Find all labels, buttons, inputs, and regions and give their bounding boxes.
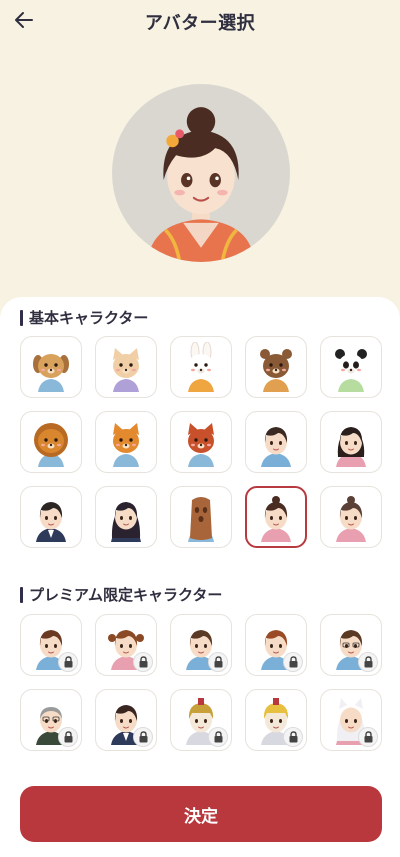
selected-avatar-preview xyxy=(112,84,290,262)
lock-badge xyxy=(358,652,378,672)
header: アバター選択 xyxy=(0,0,400,44)
avatar-option-kimono-girl[interactable] xyxy=(245,486,307,548)
lock-badge xyxy=(58,727,78,747)
lock-badge xyxy=(283,652,303,672)
lock-icon xyxy=(289,731,297,743)
avatar-option-woman-bob[interactable] xyxy=(95,689,157,751)
avatar-option-boy[interactable] xyxy=(245,411,307,473)
rabbit-avatar xyxy=(188,342,214,392)
lock-icon xyxy=(139,656,147,668)
avatar-option-tiger[interactable] xyxy=(95,411,157,473)
elder-woman-avatar xyxy=(336,496,366,542)
page-title: アバター選択 xyxy=(144,13,256,34)
lock-icon xyxy=(289,656,297,668)
panda-avatar xyxy=(335,349,367,392)
lock-badge xyxy=(208,652,228,672)
avatar-option-boy-bandage[interactable] xyxy=(245,614,307,676)
section-accent-bar xyxy=(20,309,23,326)
avatar-option-girl[interactable] xyxy=(320,411,382,473)
lock-icon xyxy=(64,731,72,743)
avatar-option-fox-girl[interactable] xyxy=(320,689,382,751)
man-suit-avatar xyxy=(36,502,66,542)
kimono-girl-avatar xyxy=(261,496,291,542)
bear-avatar xyxy=(260,349,292,392)
lock-icon xyxy=(364,731,372,743)
premium-section-heading: プレミアム限定キャラクター xyxy=(20,584,222,605)
lock-icon xyxy=(139,731,147,743)
lock-icon xyxy=(64,656,72,668)
avatar-option-man-glasses[interactable] xyxy=(320,614,382,676)
basic-character-grid xyxy=(20,336,384,548)
lion-avatar xyxy=(34,423,68,467)
haniwa-avatar xyxy=(188,497,214,542)
avatar-option-man-suit[interactable] xyxy=(20,486,82,548)
avatar-option-bear[interactable] xyxy=(245,336,307,398)
lock-badge xyxy=(358,727,378,747)
kimono-girl-avatar-large xyxy=(147,107,255,262)
avatar-option-cat[interactable] xyxy=(95,336,157,398)
avatar-option-woman-long-hair[interactable] xyxy=(95,486,157,548)
avatar-option-young-man[interactable] xyxy=(170,614,232,676)
lock-badge xyxy=(133,652,153,672)
avatar-option-robot-girl[interactable] xyxy=(245,689,307,751)
avatar-option-boy-premium[interactable] xyxy=(20,614,82,676)
tiger-avatar xyxy=(113,423,139,467)
lock-badge xyxy=(58,652,78,672)
lock-icon xyxy=(214,656,222,668)
avatar-option-haniwa[interactable] xyxy=(170,486,232,548)
boy-avatar xyxy=(261,427,291,467)
lock-icon xyxy=(214,731,222,743)
confirm-button[interactable]: 決定 xyxy=(20,786,382,842)
basic-section-heading: 基本キャラクター xyxy=(20,307,148,328)
avatar-option-rabbit[interactable] xyxy=(170,336,232,398)
cat-avatar xyxy=(113,348,139,392)
avatar-option-panda[interactable] xyxy=(320,336,382,398)
lock-badge xyxy=(133,727,153,747)
premium-section-title: プレミアム限定キャラクター xyxy=(29,586,223,604)
avatar-option-elder-woman[interactable] xyxy=(320,486,382,548)
premium-character-grid xyxy=(20,614,384,751)
dog-avatar xyxy=(33,354,69,392)
section-accent-bar xyxy=(20,586,23,603)
woman-long-hair-avatar xyxy=(111,502,141,542)
lock-icon xyxy=(364,656,372,668)
lock-badge xyxy=(208,727,228,747)
avatar-option-dog[interactable] xyxy=(20,336,82,398)
avatar-option-robot-gold[interactable] xyxy=(170,689,232,751)
avatar-option-red-panda[interactable] xyxy=(170,411,232,473)
avatar-option-lion[interactable] xyxy=(20,411,82,473)
avatar-option-old-man[interactable] xyxy=(20,689,82,751)
basic-section-title: 基本キャラクター xyxy=(29,309,149,327)
red-panda-avatar xyxy=(188,423,214,467)
avatar-option-girl-twintails[interactable] xyxy=(95,614,157,676)
girl-avatar xyxy=(336,427,366,467)
lock-badge xyxy=(283,727,303,747)
